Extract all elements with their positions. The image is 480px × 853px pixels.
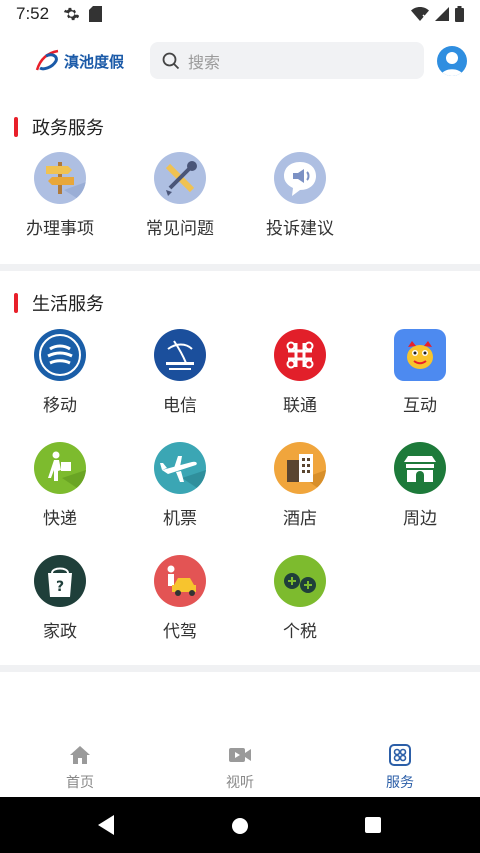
section-divider — [0, 665, 480, 672]
service-item-nearby[interactable]: 周边 — [360, 442, 480, 529]
tools-icon — [154, 152, 206, 204]
service-label: 联通 — [283, 396, 317, 416]
service-label: 个税 — [283, 622, 317, 642]
hotel-icon — [274, 442, 326, 494]
section-divider — [0, 264, 480, 271]
china-unicom-icon — [274, 329, 326, 381]
service-label: 代驾 — [163, 622, 197, 642]
service-item-housekeeping[interactable]: ? 家政 — [0, 555, 120, 642]
service-label: 常见问题 — [146, 219, 214, 239]
logo-text: 滇池度假 — [64, 52, 125, 71]
airplane-icon — [154, 442, 206, 494]
bottom-nav: 首页 视听 服务 — [0, 732, 480, 796]
svg-text:?: ? — [56, 579, 64, 595]
tab-video[interactable]: 视听 — [200, 744, 280, 792]
search-input[interactable]: 搜索 — [150, 42, 424, 79]
life-section-header: 生活服务 — [14, 290, 104, 316]
home-circle-icon[interactable] — [230, 816, 250, 836]
battery-icon — [455, 6, 464, 22]
sd-card-icon — [89, 6, 103, 22]
service-item-interact[interactable]: 互动 — [360, 329, 480, 416]
tax-icon — [274, 555, 326, 607]
section-accent-bar — [14, 293, 18, 313]
tab-home[interactable]: 首页 — [40, 744, 120, 792]
service-item-unicom[interactable]: 联通 — [240, 329, 360, 416]
service-label: 家政 — [43, 622, 77, 642]
video-icon — [229, 748, 251, 762]
chauffeur-icon — [154, 555, 206, 607]
service-item-flights[interactable]: 机票 — [120, 442, 240, 529]
housekeeping-icon: ? — [34, 555, 86, 607]
service-label: 移动 — [43, 396, 77, 416]
service-label: 周边 — [403, 509, 437, 529]
tab-services-label: 服务 — [386, 775, 414, 791]
search-icon — [162, 52, 180, 69]
speech-bubble-icon — [274, 152, 326, 204]
courier-icon — [34, 442, 86, 494]
app-logo[interactable]: 滇池度假 — [34, 48, 124, 74]
system-nav-bar — [0, 797, 480, 853]
service-item-tax[interactable]: 个税 — [240, 555, 360, 642]
gov-section-title: 政务服务 — [32, 118, 104, 139]
search-placeholder: 搜索 — [188, 52, 221, 72]
service-label: 机票 — [163, 509, 197, 529]
gov-section-header: 政务服务 — [14, 114, 104, 140]
service-item-mobile[interactable]: 移动 — [0, 329, 120, 416]
service-label: 电信 — [163, 396, 197, 416]
section-accent-bar — [14, 117, 18, 137]
home-icon — [70, 746, 90, 764]
status-bar: 7:52 — [0, 0, 480, 28]
service-label: 快递 — [43, 509, 77, 529]
services-icon — [389, 744, 411, 766]
service-label: 投诉建议 — [266, 219, 334, 239]
service-item-telecom[interactable]: 电信 — [120, 329, 240, 416]
service-item-handling[interactable]: 办理事项 — [0, 152, 120, 239]
settings-icon — [63, 7, 80, 21]
service-item-chauffeur[interactable]: 代驾 — [120, 555, 240, 642]
service-item-complaint[interactable]: 投诉建议 — [240, 152, 360, 239]
gate-icon — [394, 442, 446, 494]
service-label: 办理事项 — [26, 219, 94, 239]
service-item-courier[interactable]: 快递 — [0, 442, 120, 529]
recents-icon[interactable] — [364, 816, 382, 834]
tab-services[interactable]: 服务 — [360, 744, 440, 792]
life-section-title: 生活服务 — [32, 294, 104, 315]
avatar[interactable] — [437, 46, 467, 76]
china-mobile-icon — [34, 329, 86, 381]
app-header: 滇池度假 搜索 — [0, 40, 480, 82]
wifi-icon — [411, 7, 429, 21]
back-icon[interactable] — [96, 814, 116, 836]
tab-home-label: 首页 — [66, 775, 94, 791]
dragon-icon — [394, 329, 446, 381]
tab-video-label: 视听 — [226, 775, 254, 791]
service-item-faq[interactable]: 常见问题 — [120, 152, 240, 239]
signal-icon — [435, 7, 449, 21]
signpost-icon — [34, 152, 86, 204]
service-label: 酒店 — [283, 509, 317, 529]
status-time: 7:52 — [16, 4, 50, 23]
user-icon — [441, 52, 463, 76]
service-label: 互动 — [403, 396, 437, 416]
china-telecom-icon — [154, 329, 206, 381]
logo-mark-icon — [35, 49, 59, 71]
service-item-hotel[interactable]: 酒店 — [240, 442, 360, 529]
